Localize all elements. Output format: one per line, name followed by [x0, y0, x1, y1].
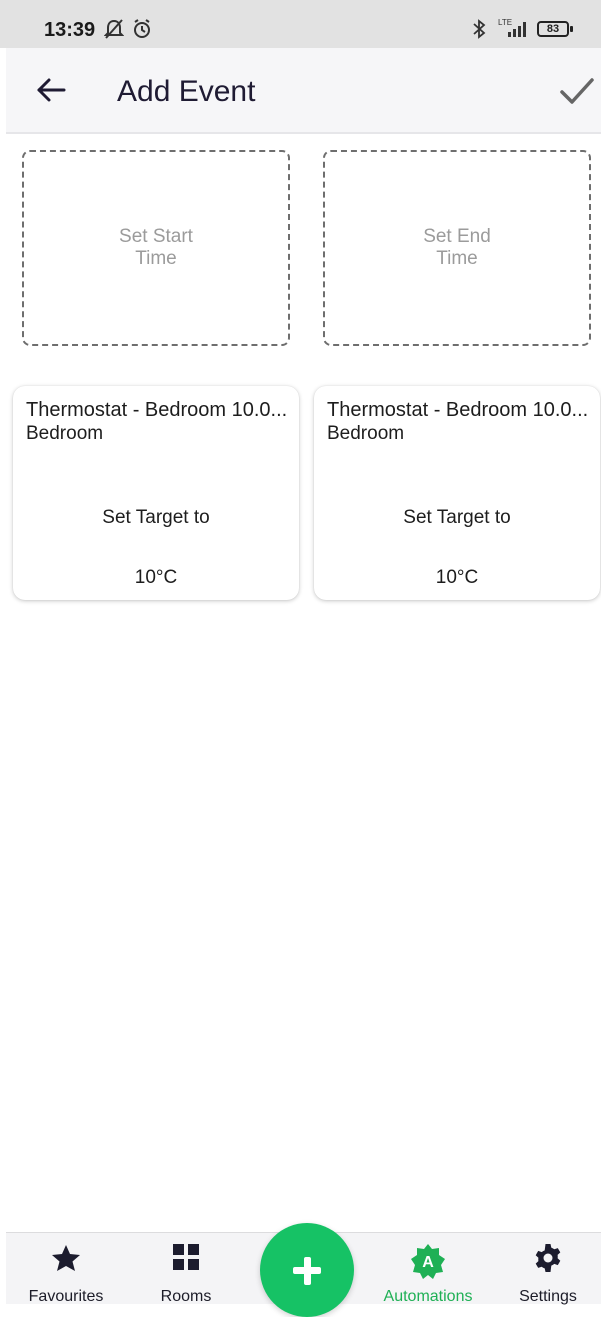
- automations-icon: A: [410, 1243, 446, 1284]
- nav-settings-label: Settings: [519, 1288, 577, 1305]
- svg-text:LTE: LTE: [498, 18, 512, 27]
- start-time-label-line1: Set Start: [119, 226, 193, 247]
- arrow-left-icon: [37, 78, 66, 102]
- signal-icon: LTE: [498, 16, 530, 45]
- card-action: Set Target to: [102, 507, 210, 528]
- bluetooth-icon: [472, 18, 486, 45]
- star-icon: [51, 1243, 81, 1278]
- check-icon: [560, 78, 594, 104]
- end-time-label-line1: Set End: [423, 226, 491, 247]
- card-action: Set Target to: [403, 507, 511, 528]
- nav-favourites[interactable]: Favourites: [16, 1233, 116, 1305]
- back-button[interactable]: [32, 70, 72, 110]
- page-title: Add Event: [117, 75, 256, 108]
- battery-nub: [570, 26, 573, 32]
- card-device-title: Thermostat - Bedroom 10.0...: [26, 399, 288, 421]
- status-time: 13:39: [44, 19, 96, 41]
- grid-icon: [172, 1243, 200, 1276]
- card-target-value: 10°C: [435, 567, 479, 588]
- battery-indicator: 83: [537, 21, 569, 37]
- nav-rooms-label: Rooms: [160, 1288, 212, 1305]
- nav-automations[interactable]: A Automations: [368, 1233, 488, 1305]
- nav-favourites-label: Favourites: [28, 1288, 104, 1305]
- gear-icon: [533, 1243, 563, 1278]
- status-bar: 13:39 LTE 83: [0, 0, 601, 48]
- notifications-off-icon: [103, 18, 125, 45]
- set-start-time-button[interactable]: Set Start Time: [22, 150, 290, 346]
- svg-text:A: A: [422, 1254, 434, 1271]
- event-card-end[interactable]: Thermostat - Bedroom 10.0... Bedroom Set…: [314, 386, 600, 600]
- nav-automations-label: Automations: [383, 1288, 473, 1305]
- nav-rooms[interactable]: Rooms: [136, 1233, 236, 1305]
- start-time-label-line2: Time: [135, 248, 177, 269]
- card-room: Bedroom: [26, 423, 104, 444]
- app-bar: Add Event: [6, 48, 601, 134]
- card-target-value: 10°C: [134, 567, 178, 588]
- confirm-button[interactable]: [556, 70, 598, 112]
- end-time-label-line2: Time: [436, 248, 478, 269]
- card-room: Bedroom: [327, 423, 405, 444]
- nav-settings[interactable]: Settings: [498, 1233, 598, 1305]
- alarm-icon: [132, 18, 152, 45]
- set-end-time-button[interactable]: Set End Time: [323, 150, 591, 346]
- event-card-start[interactable]: Thermostat - Bedroom 10.0... Bedroom Set…: [13, 386, 299, 600]
- card-device-title: Thermostat - Bedroom 10.0...: [327, 399, 589, 421]
